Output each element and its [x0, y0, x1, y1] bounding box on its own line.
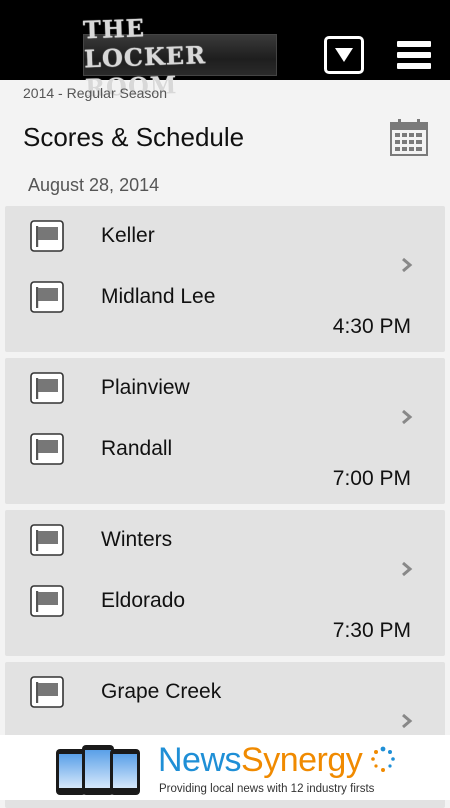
chevron-right-icon: [402, 257, 413, 273]
chevron-right-icon: [402, 561, 413, 577]
app-logo[interactable]: THE LOCKER ROOM: [83, 13, 277, 102]
game-row[interactable]: Plainview Randall 7:00 PM: [5, 358, 445, 504]
flag-icon: [30, 676, 64, 708]
season-label: 2014 - Regular Season: [23, 85, 167, 101]
game-row[interactable]: Keller Midland Lee 4:30 PM: [5, 206, 445, 352]
flag-icon: [30, 433, 64, 465]
game-time: 4:30 PM: [332, 315, 411, 338]
sparkle-logo-icon: [371, 746, 395, 772]
page-title: Scores & Schedule: [23, 122, 245, 152]
ad-banner[interactable]: NewsSynergy Providing local news with 12…: [0, 735, 450, 800]
app-bar: THE LOCKER ROOM: [0, 13, 450, 102]
game-row[interactable]: Winters Eldorado 7:30 PM: [5, 510, 445, 656]
date-header: August 28, 2014: [28, 175, 160, 195]
flag-icon: [30, 372, 64, 404]
chevron-right-icon: [402, 409, 413, 425]
flag-icon: [30, 281, 64, 313]
game-time: 7:30 PM: [332, 619, 411, 642]
phone-image: [110, 749, 140, 795]
team-name: Midland Lee: [101, 285, 216, 308]
team-name: Eldorado: [101, 589, 186, 612]
menu-button[interactable]: [397, 38, 431, 72]
ad-tagline: Providing local news with 12 industry fi…: [159, 783, 375, 795]
ad-content[interactable]: NewsSynergy Providing local news with 12…: [42, 739, 408, 797]
dropdown-icon: [335, 48, 353, 62]
ad-brand: NewsSynergy: [158, 741, 363, 779]
game-time: 7:00 PM: [332, 467, 411, 490]
calendar-icon[interactable]: [390, 118, 428, 156]
dropdown-button[interactable]: [324, 36, 364, 74]
team-name: Winters: [101, 528, 173, 551]
menu-icon: [397, 41, 431, 47]
flag-icon: [30, 585, 64, 617]
team-name: Randall: [101, 437, 173, 460]
team-name: Grape Creek: [101, 680, 222, 703]
team-name: Plainview: [101, 376, 190, 399]
team-name: Keller: [101, 224, 155, 247]
flag-icon: [30, 524, 64, 556]
flag-icon: [30, 220, 64, 252]
chevron-right-icon: [402, 713, 413, 729]
